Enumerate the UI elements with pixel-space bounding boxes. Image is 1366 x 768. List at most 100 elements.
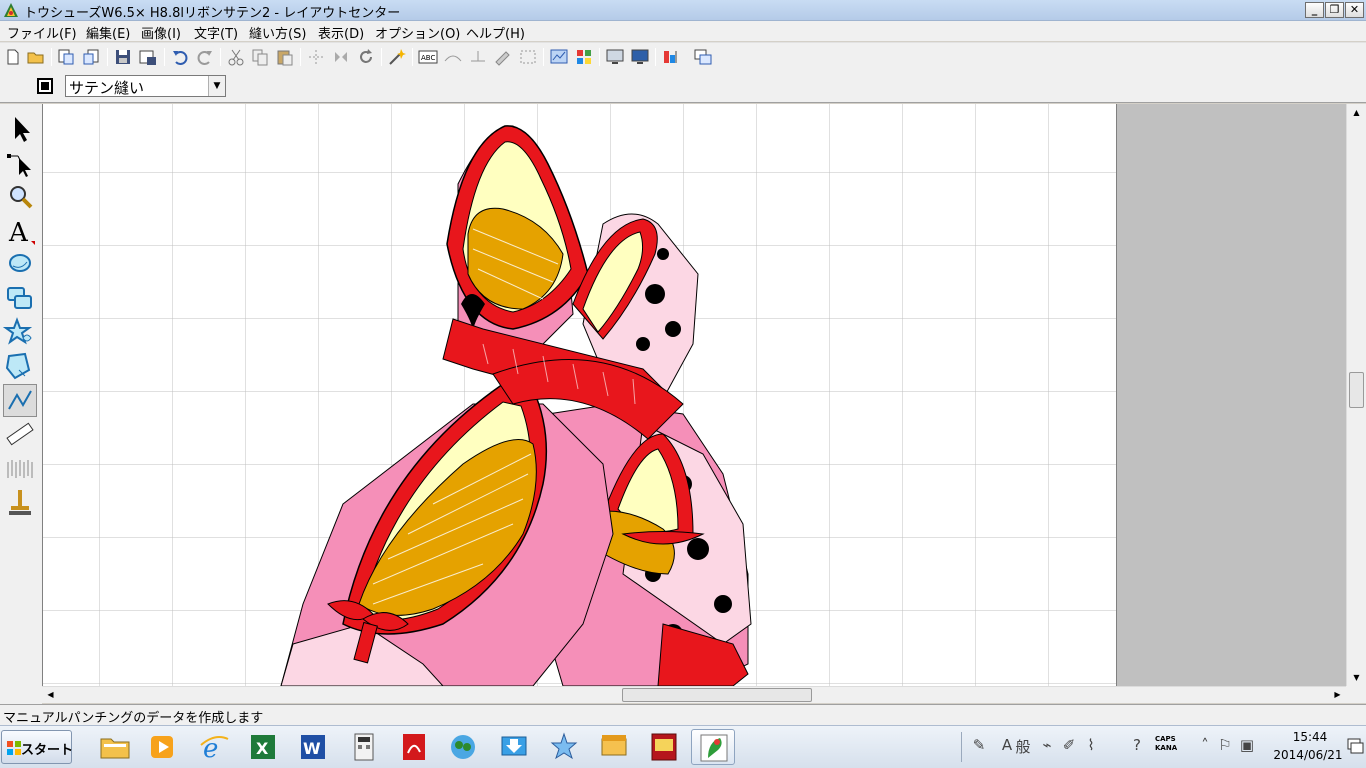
ime-kanji-mode[interactable]: 般 — [1014, 736, 1032, 756]
scroll-up-arrow-icon[interactable]: ▲ — [1347, 104, 1366, 121]
sew-order-button[interactable] — [661, 47, 681, 67]
clock-time[interactable]: 15:44 — [1282, 730, 1338, 744]
title-bar[interactable]: トウシューズW6.5× H8.8lリボンサテン2 - レイアウトセンター _ ❐… — [0, 0, 1366, 21]
text-tool[interactable]: A — [3, 214, 37, 248]
taskbar-explorer[interactable] — [93, 729, 137, 765]
paste-icon — [277, 50, 293, 66]
manual-shape-tool[interactable] — [3, 350, 37, 383]
stitch-edit-tool[interactable] — [3, 452, 37, 485]
point-edit-icon — [7, 154, 31, 177]
text-transform-button[interactable] — [518, 47, 538, 67]
menu-text[interactable]: 文字(T) — [194, 23, 238, 42]
menu-view[interactable]: 表示(D) — [318, 23, 364, 42]
minimize-button[interactable]: _ — [1305, 2, 1324, 18]
taskbar-internet-explorer[interactable]: e — [192, 729, 236, 765]
people-globe-icon — [451, 735, 475, 759]
taskbar-messenger[interactable] — [441, 729, 485, 765]
paste-button[interactable] — [275, 47, 295, 67]
scroll-left-arrow-icon[interactable]: ◀ — [42, 687, 59, 703]
stitch-view-button[interactable] — [549, 47, 569, 67]
thread-color-button[interactable] — [37, 78, 53, 94]
design-canvas[interactable] — [42, 104, 1116, 686]
app-icon — [4, 3, 18, 17]
taskbar-media-player[interactable] — [141, 729, 185, 765]
taskbar-download-manager[interactable] — [492, 729, 536, 765]
menu-stitch[interactable]: 縫い方(S) — [249, 23, 306, 42]
point-edit-tool[interactable] — [3, 146, 37, 179]
menu-edit[interactable]: 編集(E) — [86, 23, 130, 42]
scroll-right-arrow-icon[interactable]: ▶ — [1329, 687, 1346, 703]
taskbar-shoninkaikei[interactable] — [642, 729, 686, 765]
rectangle-tool[interactable] — [3, 282, 37, 315]
text-edit-button[interactable] — [493, 47, 513, 67]
taskbar-acrobat[interactable] — [392, 729, 436, 765]
horizontal-scrollbar[interactable]: ◀ ▶ — [42, 686, 1346, 703]
taskbar-office[interactable] — [592, 729, 636, 765]
network-icon[interactable]: ▣ — [1238, 736, 1256, 756]
text-abc-button[interactable]: ABC — [418, 47, 438, 67]
taskbar-layout-center[interactable] — [691, 729, 735, 765]
manual-punching-tool[interactable] — [3, 384, 37, 417]
transfer-icon — [694, 49, 712, 65]
vertical-scrollbar[interactable]: ▲ ▼ — [1346, 104, 1366, 686]
realistic-preview-button[interactable] — [630, 47, 650, 67]
show-hidden-icons-icon[interactable]: ˄ — [1196, 736, 1214, 756]
help-icon[interactable]: ? — [1128, 736, 1146, 756]
ime-tool-icon[interactable]: ⌁ — [1038, 736, 1056, 756]
menu-options[interactable]: オプション(O) — [375, 23, 460, 42]
menu-image[interactable]: 画像(I) — [141, 23, 181, 42]
transfer-button[interactable] — [693, 47, 713, 67]
scrollbar-corner — [1346, 686, 1366, 703]
redo-button[interactable] — [195, 47, 215, 67]
clock-date[interactable]: 2014/06/21 — [1270, 748, 1346, 762]
text-arc-button[interactable] — [443, 47, 463, 67]
menu-help[interactable]: ヘルプ(H) — [466, 23, 525, 42]
stitch-view-icon — [550, 49, 568, 64]
rotate-button[interactable] — [356, 47, 376, 67]
scroll-down-arrow-icon[interactable]: ▼ — [1347, 669, 1366, 686]
shape-outline-tool[interactable] — [3, 248, 37, 281]
mirror-button[interactable] — [331, 47, 351, 67]
open-file-button[interactable] — [26, 47, 46, 67]
ime-pad-icon[interactable]: ✐ — [1060, 736, 1078, 756]
export-button[interactable] — [81, 47, 101, 67]
kana-label: KANA — [1155, 744, 1178, 752]
calculator-icon — [354, 733, 374, 761]
restore-button[interactable]: ❐ — [1325, 2, 1344, 18]
close-button[interactable]: ✕ — [1345, 2, 1364, 18]
show-desktop-button[interactable] — [1346, 734, 1364, 760]
action-center-flag-icon[interactable]: ⚐ — [1216, 736, 1234, 756]
ime-options-icon[interactable]: ⌇ — [1082, 736, 1100, 756]
taskbar-excel[interactable]: X — [241, 729, 285, 765]
stitch-toolbar: サテン縫い ▼ — [0, 70, 1366, 103]
text-arc-icon — [444, 55, 462, 62]
taskbar-calculator[interactable] — [342, 729, 386, 765]
horizontal-scroll-thumb[interactable] — [622, 688, 812, 702]
chevron-down-icon[interactable]: ▼ — [208, 76, 225, 96]
taskbar-embroidery-tool[interactable] — [542, 729, 586, 765]
stamp-tool[interactable] — [3, 486, 37, 519]
parrot-app-icon — [700, 734, 728, 762]
flip-button[interactable] — [306, 47, 326, 67]
undo-button[interactable] — [170, 47, 190, 67]
new-file-button[interactable] — [3, 47, 23, 67]
zoom-tool[interactable] — [3, 180, 37, 213]
cut-button[interactable] — [226, 47, 246, 67]
save-image-button[interactable] — [138, 47, 158, 67]
import-button[interactable] — [56, 47, 76, 67]
star-heart-tool[interactable] — [2, 316, 37, 349]
vertical-scroll-thumb[interactable] — [1349, 372, 1364, 408]
start-button[interactable]: スタート — [1, 730, 73, 764]
select-tool[interactable] — [3, 112, 37, 145]
preview-button[interactable] — [605, 47, 625, 67]
measure-tool[interactable] — [3, 418, 37, 451]
copy-button[interactable] — [250, 47, 270, 67]
stitch-type-select[interactable]: サテン縫い ▼ — [65, 75, 226, 97]
menu-file[interactable]: ファイル(F) — [7, 23, 77, 42]
ime-toolbar-icon[interactable]: ✎ — [970, 736, 988, 756]
taskbar-word[interactable]: W — [291, 729, 335, 765]
save-button[interactable] — [113, 47, 133, 67]
thread-list-button[interactable] — [574, 47, 594, 67]
text-align-button[interactable] — [468, 47, 488, 67]
magic-wand-button[interactable] — [387, 47, 407, 67]
